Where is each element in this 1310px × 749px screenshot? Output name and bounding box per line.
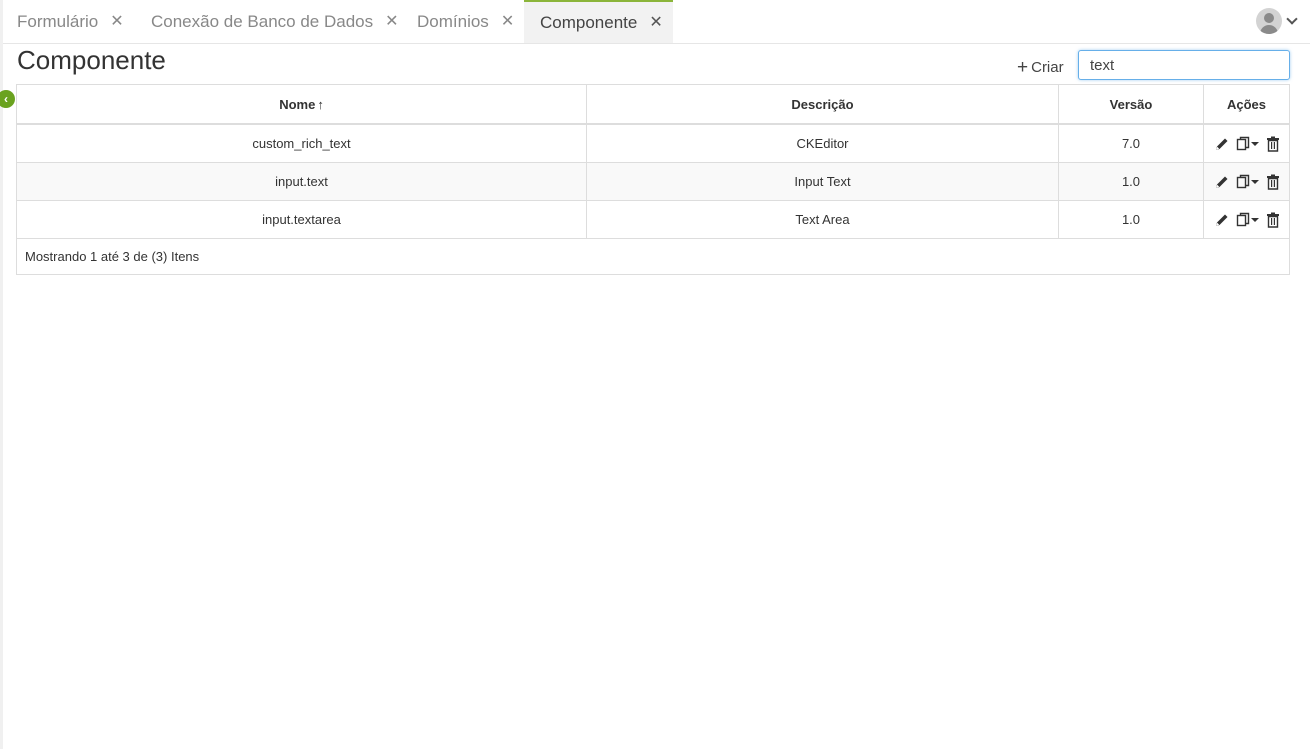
copy-icon [1236,136,1249,150]
tab-label: Domínios [417,11,489,31]
row-actions [1205,212,1288,228]
user-menu[interactable] [1256,8,1298,34]
column-header-acoes: Ações [1203,85,1289,125]
cell-nome: input.textarea [17,200,587,239]
table-row[interactable]: input.textarea Text Area 1.0 [17,200,1289,239]
caret-down-icon [1250,179,1259,184]
tab-label: Formulário [17,11,99,31]
edit-pencil-icon[interactable] [1214,212,1230,228]
cell-nome: custom_rich_text [17,124,587,163]
tab-formulario[interactable]: Formulário ✕ [17,0,124,43]
create-button[interactable]: + Criar [1017,56,1064,78]
app-window: Formulário ✕ Conexão de Banco de Dados ✕… [0,0,1310,749]
cell-versao: 1.0 [1058,200,1204,239]
edit-pencil-icon[interactable] [1214,174,1230,190]
components-grid: Nome ↑ Descrição Versão Ações custom_rich… [16,84,1290,275]
caret-down-icon [1250,141,1259,146]
copy-dropdown[interactable] [1236,212,1260,228]
cell-acoes [1203,162,1289,201]
column-header-label: Nome [279,96,316,112]
tab-dominios[interactable]: Domínios ✕ [417,0,514,43]
row-actions [1205,136,1288,152]
table-header-row: Nome ↑ Descrição Versão Ações [17,85,1289,125]
components-table: Nome ↑ Descrição Versão Ações custom_rich… [17,85,1289,239]
avatar[interactable] [1256,8,1282,34]
sort-ascending-icon: ↑ [317,96,324,112]
delete-trash-icon[interactable] [1266,174,1280,190]
column-header-versao[interactable]: Versão [1058,85,1204,125]
plus-icon: + [1017,56,1029,78]
page-title: Componente [17,45,166,75]
copy-icon [1236,174,1249,188]
tab-bar: Formulário ✕ Conexão de Banco de Dados ✕… [3,0,1310,44]
tab-conexao-banco-dados[interactable]: Conexão de Banco de Dados ✕ [151,0,399,43]
close-icon[interactable]: ✕ [110,13,123,30]
close-icon[interactable]: ✕ [501,13,514,30]
cell-versao: 1.0 [1058,162,1204,201]
delete-trash-icon[interactable] [1266,212,1280,228]
cell-acoes [1203,200,1289,239]
cell-descricao: Input Text [586,162,1059,201]
column-header-nome[interactable]: Nome ↑ [17,85,587,125]
user-icon-body [1260,25,1278,34]
create-button-label: Criar [1031,58,1064,76]
caret-down-icon [1250,217,1259,222]
copy-dropdown[interactable] [1236,136,1260,152]
delete-trash-icon[interactable] [1266,136,1280,152]
chevron-down-icon[interactable] [1286,13,1298,25]
tab-label: Componente [540,12,638,32]
tab-componente[interactable]: Componente ✕ [524,0,673,43]
sidebar-toggle-chevron-left-icon[interactable]: ‹ [0,90,15,108]
copy-icon [1236,212,1249,226]
cell-descricao: Text Area [586,200,1059,239]
table-row[interactable]: custom_rich_text CKEditor 7.0 [17,124,1289,163]
table-row[interactable]: input.text Input Text 1.0 [17,162,1289,201]
user-icon-head [1264,13,1274,23]
cell-versao: 7.0 [1058,124,1204,163]
copy-dropdown[interactable] [1236,174,1260,190]
row-actions [1205,174,1288,190]
tab-label: Conexão de Banco de Dados [151,11,374,31]
edit-pencil-icon[interactable] [1214,136,1230,152]
cell-acoes [1203,124,1289,163]
column-header-descricao[interactable]: Descrição [586,85,1059,125]
close-icon[interactable]: ✕ [385,13,398,30]
cell-nome: input.text [17,162,587,201]
grid-footer-count: Mostrando 1 até 3 de (3) Itens [25,249,200,264]
close-icon[interactable]: ✕ [649,14,662,31]
cell-descricao: CKEditor [586,124,1059,163]
search-input[interactable] [1078,50,1290,80]
